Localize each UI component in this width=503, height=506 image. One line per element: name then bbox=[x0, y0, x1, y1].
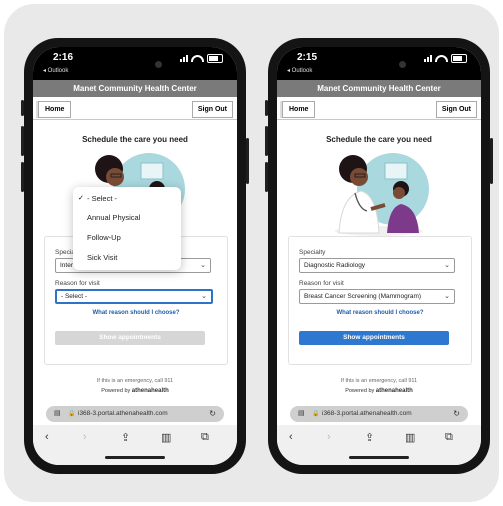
show-appointments-button[interactable]: Show appointments bbox=[299, 331, 449, 345]
reload-icon[interactable]: ↻ bbox=[453, 406, 460, 422]
url-text: i368-3.portal.athenahealth.com bbox=[78, 410, 168, 417]
share-icon[interactable]: ⇪ bbox=[121, 431, 130, 444]
dropdown-option-sick-visit[interactable]: Sick Visit bbox=[87, 253, 117, 262]
screen: 2:15 ◂ Outlook Manet Community Health Ce… bbox=[277, 47, 481, 465]
emergency-note: If this is an emergency, call 911 bbox=[96, 378, 174, 384]
signal-icon bbox=[424, 55, 432, 62]
signal-icon bbox=[180, 55, 188, 62]
mute-switch bbox=[265, 100, 268, 116]
schedule-form-card: Specialty Diagnostic Radiology ⌄ Reason … bbox=[288, 236, 472, 365]
phone-right: 2:15 ◂ Outlook Manet Community Health Ce… bbox=[265, 38, 493, 474]
app-title-bar: Manet Community Health Center bbox=[33, 80, 237, 97]
volume-up-button bbox=[21, 126, 24, 156]
reason-value: Breast Cancer Screening (Mammogram) bbox=[304, 293, 422, 300]
browser-toolbar: ‹ › ⇪ ▥ ⧉ bbox=[33, 425, 237, 465]
emergency-note: If this is an emergency, call 911 bbox=[340, 378, 418, 384]
status-time: 2:15 bbox=[297, 52, 318, 63]
dropdown-option-annual-physical[interactable]: Annual Physical bbox=[87, 213, 140, 222]
back-to-app-link[interactable]: ◂ Outlook bbox=[43, 67, 68, 74]
address-bar[interactable]: ▤ 🔒 i368-3.portal.athenahealth.com ↻ bbox=[290, 406, 468, 422]
phone-left: 2:16 ◂ Outlook Manet Community Health Ce… bbox=[21, 38, 249, 474]
bookmarks-icon[interactable]: ▥ bbox=[161, 431, 171, 444]
chevron-down-icon: ⌄ bbox=[200, 262, 206, 269]
app-title-bar: Manet Community Health Center bbox=[277, 80, 481, 97]
specialty-select[interactable]: Diagnostic Radiology ⌄ bbox=[299, 258, 455, 273]
back-icon[interactable]: ‹ bbox=[45, 431, 49, 443]
battery-icon bbox=[207, 54, 223, 63]
page-heading: Schedule the care you need bbox=[326, 135, 432, 144]
volume-down-button bbox=[265, 162, 268, 192]
dropdown-option-follow-up[interactable]: Follow-Up bbox=[87, 233, 121, 242]
lock-icon: 🔒 bbox=[68, 411, 76, 417]
power-button bbox=[246, 138, 249, 184]
brand-logo: athenahealth bbox=[375, 388, 413, 394]
status-icons bbox=[424, 54, 467, 63]
page-heading: Schedule the care you need bbox=[82, 135, 188, 144]
home-button[interactable]: Home bbox=[38, 101, 72, 118]
specialty-value: Diagnostic Radiology bbox=[304, 262, 366, 269]
powered-by-label: Powered by bbox=[101, 388, 131, 394]
chevron-down-icon: ⌄ bbox=[201, 293, 207, 300]
bookmarks-icon[interactable]: ▥ bbox=[405, 431, 415, 444]
home-indicator[interactable] bbox=[105, 456, 165, 459]
powered-by: Powered by athenahealth bbox=[277, 388, 481, 394]
battery-icon bbox=[451, 54, 467, 63]
brand-logo: athenahealth bbox=[131, 388, 169, 394]
page-menu-icon[interactable]: ▤ bbox=[54, 406, 61, 422]
checkmark-icon: ✓ bbox=[78, 195, 84, 202]
reason-select[interactable]: Breast Cancer Screening (Mammogram) ⌄ bbox=[299, 289, 455, 304]
forward-icon[interactable]: › bbox=[83, 431, 87, 443]
powered-by-label: Powered by bbox=[345, 388, 375, 394]
reload-icon[interactable]: ↻ bbox=[209, 406, 216, 422]
url-text: i368-3.portal.athenahealth.com bbox=[322, 410, 412, 417]
camera bbox=[399, 61, 406, 68]
forward-icon[interactable]: › bbox=[327, 431, 331, 443]
help-link[interactable]: What reason should I choose? bbox=[45, 310, 227, 316]
share-icon[interactable]: ⇪ bbox=[365, 431, 374, 444]
nav-bar: Home Sign Out bbox=[277, 97, 481, 120]
volume-down-button bbox=[21, 162, 24, 192]
reason-dropdown-menu: ✓ - Select - Annual Physical Follow-Up S… bbox=[73, 187, 181, 270]
specialty-label: Specialty bbox=[299, 249, 326, 256]
screen: 2:16 ◂ Outlook Manet Community Health Ce… bbox=[33, 47, 237, 465]
reason-value: - Select - bbox=[61, 293, 88, 300]
tabs-icon[interactable]: ⧉ bbox=[445, 431, 453, 444]
wifi-icon bbox=[191, 55, 204, 62]
browser-toolbar: ‹ › ⇪ ▥ ⧉ bbox=[277, 425, 481, 465]
back-to-app-link[interactable]: ◂ Outlook bbox=[287, 67, 312, 74]
page-menu-icon[interactable]: ▤ bbox=[298, 406, 305, 422]
dropdown-option-select[interactable]: - Select - bbox=[87, 194, 117, 203]
camera bbox=[155, 61, 162, 68]
volume-up-button bbox=[265, 126, 268, 156]
wifi-icon bbox=[435, 55, 448, 62]
tabs-icon[interactable]: ⧉ bbox=[201, 431, 209, 444]
reason-select[interactable]: - Select - ⌄ bbox=[55, 289, 213, 304]
doctor-patient-illustration bbox=[335, 153, 429, 236]
status-icons bbox=[180, 54, 223, 63]
back-icon[interactable]: ‹ bbox=[289, 431, 293, 443]
chevron-down-icon: ⌄ bbox=[444, 262, 450, 269]
nav-bar: Home Sign Out bbox=[33, 97, 237, 120]
address-bar[interactable]: ▤ 🔒 i368-3.portal.athenahealth.com ↻ bbox=[46, 406, 224, 422]
home-button[interactable]: Home bbox=[282, 101, 316, 118]
lock-icon: 🔒 bbox=[312, 411, 320, 417]
mute-switch bbox=[21, 100, 24, 116]
reason-label: Reason for visit bbox=[299, 280, 344, 287]
power-button bbox=[490, 138, 493, 184]
help-link[interactable]: What reason should I choose? bbox=[289, 310, 471, 316]
sign-out-button[interactable]: Sign Out bbox=[191, 101, 233, 118]
powered-by: Powered by athenahealth bbox=[33, 388, 237, 394]
reason-label: Reason for visit bbox=[55, 280, 100, 287]
status-time: 2:16 bbox=[53, 52, 74, 63]
sign-out-button[interactable]: Sign Out bbox=[435, 101, 477, 118]
show-appointments-button[interactable]: Show appointments bbox=[55, 331, 205, 345]
chevron-down-icon: ⌄ bbox=[444, 293, 450, 300]
home-indicator[interactable] bbox=[349, 456, 409, 459]
